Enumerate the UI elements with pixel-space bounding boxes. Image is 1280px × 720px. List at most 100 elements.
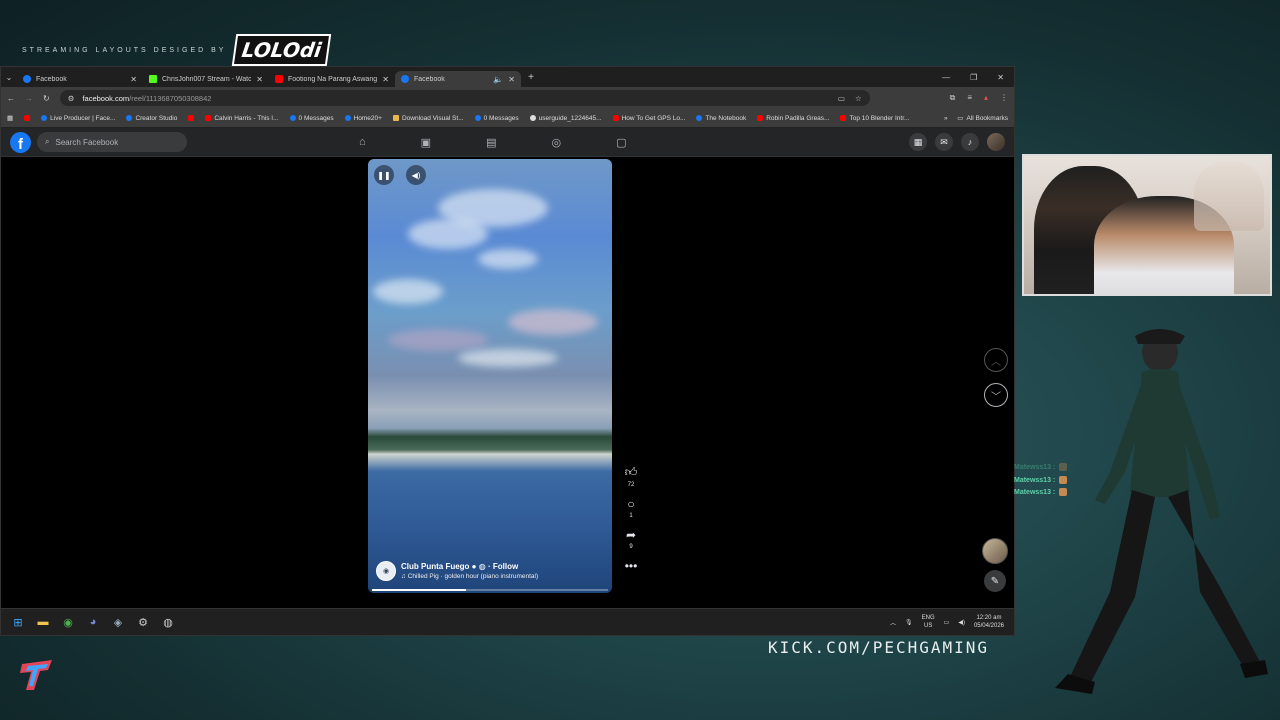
tray-chevron-up-icon[interactable]: ︿ <box>890 618 896 627</box>
media-icon[interactable]: ≡ <box>967 93 972 103</box>
site-info-icon[interactable]: ⚙ <box>68 94 75 103</box>
settings-gear-icon[interactable]: ⚙ <box>136 615 150 629</box>
bookmark-item[interactable]: Calvin Harris - This I... <box>205 115 279 122</box>
facebook-icon <box>474 115 481 121</box>
url-host: facebook.com <box>82 93 130 103</box>
network-icon[interactable]: ▭ <box>944 619 950 626</box>
previous-reel-chevron-up-icon[interactable]: ︿ <box>984 348 1008 372</box>
video-icon[interactable]: ▣ <box>421 136 431 149</box>
windows-start-icon[interactable]: ⊞ <box>11 615 25 629</box>
bookmark-item[interactable]: Top 10 Blender Intr... <box>840 115 909 122</box>
obs-icon[interactable]: ◍ <box>161 615 175 629</box>
bookmark-item[interactable]: How To Get GPS Lo... <box>612 114 686 122</box>
notifications-bell-icon[interactable]: ♪ <box>961 133 979 151</box>
bookmark-label: Top 10 Blender Intr... <box>849 114 910 122</box>
menu-grid-icon[interactable]: ▦ <box>909 133 927 151</box>
new-tab-button[interactable]: + <box>521 72 541 83</box>
marketplace-icon[interactable]: ▤ <box>486 136 496 149</box>
bookmark-item[interactable]: Robin Padilla Greas... <box>757 115 829 122</box>
clock-time: 12:20 am <box>976 615 1002 621</box>
bookmark-item[interactable]: Creator Studio <box>126 115 177 122</box>
restore-icon[interactable]: ❐ <box>970 73 977 82</box>
facebook-icon <box>41 115 48 121</box>
microphone-icon[interactable]: 🎙︎ <box>905 619 913 626</box>
pause-icon[interactable]: ❚❚ <box>374 165 394 185</box>
profile-icon[interactable]: ▴ <box>984 93 988 103</box>
reload-icon[interactable]: ↻ <box>43 94 50 103</box>
extensions-icon[interactable]: ⧉ <box>950 93 956 103</box>
profile-avatar[interactable] <box>987 133 1005 151</box>
gaming-icon[interactable]: ▢ <box>616 136 626 149</box>
clock[interactable]: 12:20 am 05/04/2026 <box>974 614 1004 630</box>
volume-icon[interactable]: ◀) <box>406 165 426 185</box>
video-progress-bar[interactable] <box>372 589 608 591</box>
tab-kick-stream[interactable]: ChrisJohn007 Stream - Watch L ✕ <box>143 71 269 87</box>
more-dots-icon: ••• <box>624 559 638 573</box>
all-bookmarks-label: All Bookmarks <box>966 114 1008 122</box>
volume-icon[interactable]: ◀) <box>958 619 965 626</box>
new-message-icon[interactable]: ✎ <box>984 570 1006 592</box>
bookmark-item[interactable]: userguide_1224645... <box>529 115 602 122</box>
bookmark-item[interactable]: 0 Messages <box>289 115 334 122</box>
comment-icon: ○ <box>627 497 635 511</box>
tab-title: ChrisJohn007 Stream - Watch L <box>162 75 252 83</box>
all-bookmarks-button[interactable]: » ▭ All Bookmarks <box>944 114 1008 123</box>
bookmark-label: Home20+ <box>353 114 382 122</box>
lolodi-logo: LOLOdi <box>232 34 332 66</box>
facebook-search-input[interactable]: ⌕ Search Facebook <box>37 132 187 152</box>
bookmark-item[interactable]: The Notebook <box>696 115 746 122</box>
tab-youtube[interactable]: Footiong Na Parang Aswang - F ✕ <box>269 71 395 87</box>
like-button[interactable]: 👍︎ 72 <box>625 465 638 488</box>
speaker-icon[interactable]: 🔈 <box>493 75 503 84</box>
bookmark-label: Live Producer | Face... <box>50 114 116 122</box>
reel-navigation: ︿ ﹀ <box>984 348 1008 407</box>
chrome-icon[interactable]: ◉ <box>61 615 75 629</box>
bookmark-item[interactable]: Live Producer | Face... <box>41 115 115 122</box>
groups-icon[interactable]: ◎ <box>551 136 561 149</box>
meta-icon <box>126 115 133 121</box>
page-name[interactable]: Club Punta Fuego <box>401 562 469 571</box>
apps-grid-icon[interactable]: ▦ <box>7 114 13 122</box>
page-avatar[interactable]: ◉ <box>376 561 396 581</box>
tab-bar: ⌄ Facebook ✕ ChrisJohn007 Stream - Watch… <box>1 67 1014 87</box>
close-tab-icon[interactable]: ✕ <box>508 75 515 84</box>
bookmark-item[interactable]: Download Visual St... <box>392 115 464 122</box>
file-explorer-icon[interactable]: ▬ <box>36 615 50 629</box>
close-tab-icon[interactable]: ✕ <box>256 75 263 84</box>
tab-facebook-1[interactable]: Facebook ✕ <box>17 71 143 87</box>
share-button[interactable]: ➦ 9 <box>626 528 636 550</box>
follow-button[interactable]: Follow <box>493 562 518 571</box>
home-icon[interactable]: ⌂ <box>359 136 366 149</box>
facebook-icon <box>289 115 296 121</box>
bookmark-item[interactable] <box>24 115 31 121</box>
next-reel-chevron-down-icon[interactable]: ﹀ <box>984 383 1008 407</box>
window-controls: — ❐ ✕ <box>942 73 1014 82</box>
discord-icon[interactable]: ◕ <box>86 615 100 629</box>
tab-search-icon[interactable]: ⌄ <box>1 73 17 82</box>
tab-facebook-active[interactable]: Facebook 🔈 ✕ <box>395 71 521 87</box>
forward-icon[interactable]: → <box>25 94 33 103</box>
close-tab-icon[interactable]: ✕ <box>382 75 389 84</box>
menu-icon[interactable]: ⋮ <box>1000 93 1008 103</box>
bookmark-item[interactable]: Home20+ <box>344 114 382 122</box>
messenger-icon[interactable]: ✉ <box>935 133 953 151</box>
reel-video[interactable]: ❚❚ ◀) ◉ Club Punta Fuego ● ◍ · Follow ♫ … <box>368 159 612 593</box>
language-indicator[interactable]: ENG US <box>922 614 935 630</box>
bookmark-star-icon[interactable]: ☆ <box>855 94 862 103</box>
address-bar[interactable]: ⚙ facebook.com/reel/1113687050308842 ▭ ☆ <box>59 90 870 106</box>
chevron-right-icon[interactable]: » <box>944 115 948 122</box>
more-options-button[interactable]: ••• <box>625 559 638 573</box>
bookmark-label: How To Get GPS Lo... <box>621 114 686 122</box>
comment-button[interactable]: ○ 1 <box>627 497 634 519</box>
close-window-icon[interactable]: ✕ <box>997 73 1004 82</box>
close-tab-icon[interactable]: ✕ <box>130 75 137 84</box>
song-title[interactable]: Chilled Pig · golden hour (piano instrum… <box>408 573 538 580</box>
chat-head-avatar[interactable] <box>982 538 1008 564</box>
cast-icon[interactable]: ▭ <box>838 94 845 103</box>
minimize-icon[interactable]: — <box>942 73 950 82</box>
steam-icon[interactable]: ◈ <box>111 615 125 629</box>
facebook-logo-icon[interactable]: f <box>10 131 31 153</box>
bookmark-item[interactable] <box>188 115 195 121</box>
back-icon[interactable]: ← <box>7 94 15 103</box>
bookmark-item[interactable]: 0 Messages <box>474 115 519 122</box>
